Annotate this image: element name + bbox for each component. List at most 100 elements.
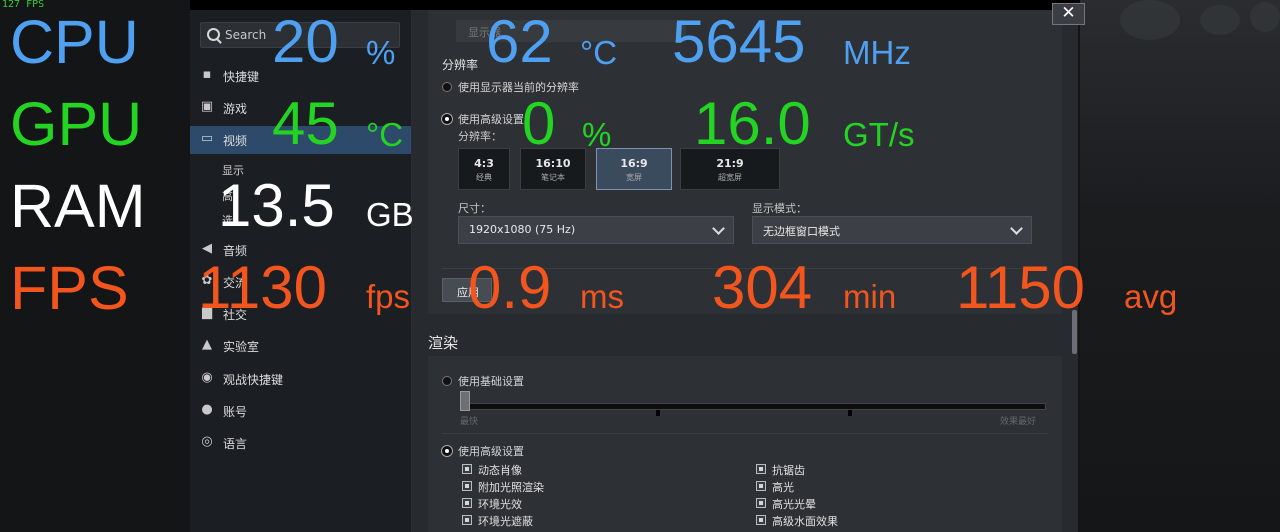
chevron-down-icon xyxy=(712,222,725,235)
overlay-fps-unit: fps xyxy=(366,278,411,315)
overlay-fps-min: 304 xyxy=(712,254,813,321)
sidebar-item-label: 实验室 xyxy=(223,340,260,354)
overlay-fps-avg-unit: avg xyxy=(1124,278,1178,315)
antialiasing-checkbox[interactable] xyxy=(756,464,766,474)
monitor-icon: ▭ xyxy=(200,131,214,146)
checkbox-label: 环境光遮蔽 xyxy=(478,515,533,528)
checkbox-label: 环境光效 xyxy=(478,498,522,511)
sidebar-item-label: 观战快捷键 xyxy=(223,373,284,387)
overlay-gpu-temp-unit: °C xyxy=(366,116,404,153)
use-advanced-render-label: 使用高级设置 xyxy=(458,445,524,458)
ratio-4-3-button[interactable]: 4:3 经典 xyxy=(458,148,510,190)
overlay-ram-value: 13.5 xyxy=(218,172,335,239)
resolution-section-title: 分辨率 xyxy=(442,58,479,72)
overlay-cpu-usage-unit: % xyxy=(366,34,396,71)
ambient-occlusion-checkbox[interactable] xyxy=(462,515,472,525)
divider xyxy=(442,433,1048,434)
size-dropdown-value: 1920x1080 (75 Hz) xyxy=(469,223,576,236)
use-advanced-label: 使用高级设置 xyxy=(458,113,524,126)
sidebar-item-account[interactable]: ● 账号 xyxy=(190,397,411,425)
use-current-radio[interactable] xyxy=(442,82,452,92)
quality-slider-thumb[interactable] xyxy=(460,391,470,411)
quality-slider-track[interactable] xyxy=(464,403,1046,410)
ratio-desc: 笔记本 xyxy=(541,173,565,182)
overlay-fps-label: FPS xyxy=(10,254,129,322)
checkbox-label: 高光光晕 xyxy=(772,498,816,511)
flask-icon: ▲ xyxy=(202,337,212,352)
slider-min-label: 最快 xyxy=(460,417,479,427)
size-label: 尺寸： xyxy=(458,202,491,215)
ratio-desc: 宽屏 xyxy=(626,173,642,182)
sidebar-item-label: 游戏 xyxy=(223,102,248,116)
search-placeholder: Search xyxy=(225,28,267,42)
overlay-gpu-bus: 16.0 xyxy=(694,90,811,157)
close-button[interactable]: ✕ xyxy=(1052,3,1085,25)
use-advanced-render-radio[interactable] xyxy=(442,446,452,456)
extra-lighting-checkbox[interactable] xyxy=(462,481,472,491)
overlay-gpu-label: GPU xyxy=(10,90,143,158)
overlay-fps-min-unit: min xyxy=(843,278,897,315)
overlay-fps-value: 1130 xyxy=(198,254,328,321)
sidebar-item-label: 语言 xyxy=(223,437,248,451)
slider-tick xyxy=(656,410,660,416)
overlay-fps-avg: 1150 xyxy=(956,254,1086,321)
overlay-ram-label: RAM xyxy=(10,172,146,240)
checkbox-label: 高光 xyxy=(772,481,794,494)
checkbox-label: 高级水面效果 xyxy=(772,515,838,528)
render-section-title: 渲染 xyxy=(428,334,459,352)
overlay-frametime: 0.9 xyxy=(468,254,552,321)
overlay-cpu-temp-unit: °C xyxy=(580,34,618,71)
sidebar-item-label: 账号 xyxy=(223,405,248,419)
game-icon: ▣ xyxy=(200,99,214,114)
use-advanced-radio[interactable] xyxy=(442,114,452,124)
user-icon: ● xyxy=(201,402,213,417)
overlay-frametime-unit: ms xyxy=(580,278,624,315)
game-background xyxy=(1080,0,1280,532)
display-mode-dropdown[interactable]: 无边框窗口模式 xyxy=(752,216,1032,244)
sidebar-item-lab[interactable]: ▲ 实验室 xyxy=(190,332,411,360)
overlay-gpu-temp: 45 xyxy=(272,90,339,157)
bloom-checkbox[interactable] xyxy=(756,498,766,508)
overlay-ram-unit: GB xyxy=(366,196,414,233)
use-basic-label: 使用基础设置 xyxy=(458,375,524,388)
slider-tick xyxy=(848,410,852,416)
overlay-cpu-label: CPU xyxy=(10,8,139,76)
ratio-desc: 经典 xyxy=(476,173,492,182)
overlay-gpu-usage-unit: % xyxy=(582,116,612,153)
ratio-value: 16:9 xyxy=(620,157,648,170)
sidebar-item-label: 视频 xyxy=(223,134,248,148)
grid-icon: ▪ xyxy=(202,67,212,82)
dynamic-portrait-checkbox[interactable] xyxy=(462,464,472,474)
sidebar-item-label: 快捷键 xyxy=(223,70,260,84)
ratio-value: 16:10 xyxy=(535,157,571,170)
ratio-value: 4:3 xyxy=(474,157,494,170)
ambient-light-checkbox[interactable] xyxy=(462,498,472,508)
search-icon xyxy=(207,28,220,41)
overlay-cpu-usage: 20 xyxy=(272,8,339,75)
sidebar-item-spectate-hotkeys[interactable]: ◉ 观战快捷键 xyxy=(190,365,411,393)
ratio-16-9-button[interactable]: 16:9 宽屏 xyxy=(596,148,672,190)
chevron-down-icon xyxy=(1010,222,1023,235)
use-basic-radio[interactable] xyxy=(442,376,452,386)
camera-icon: ◉ xyxy=(201,370,213,385)
overlay-cpu-clock: 5645 xyxy=(672,8,806,75)
display-mode-value: 无边框窗口模式 xyxy=(763,225,840,238)
overlay-gpu-bus-unit: GT/s xyxy=(843,116,915,153)
checkbox-label: 附加光照渲染 xyxy=(478,481,544,494)
use-current-label: 使用显示器当前的分辨率 xyxy=(458,81,579,94)
ratio-desc: 超宽屏 xyxy=(718,173,742,182)
checkbox-label: 动态肖像 xyxy=(478,464,522,477)
size-dropdown[interactable]: 1920x1080 (75 Hz) xyxy=(458,216,734,244)
slider-max-label: 效果最好 xyxy=(1000,417,1037,427)
sidebar-item-language[interactable]: ◎ 语言 xyxy=(190,429,411,457)
globe-icon: ◎ xyxy=(201,434,213,449)
advanced-water-checkbox[interactable] xyxy=(756,515,766,525)
specular-checkbox[interactable] xyxy=(756,481,766,491)
display-mode-label: 显示模式： xyxy=(752,202,807,215)
overlay-cpu-temp: 62 xyxy=(486,8,553,75)
ratio-value: 21:9 xyxy=(716,157,744,170)
checkbox-label: 抗锯齿 xyxy=(772,464,805,477)
overlay-gpu-usage: 0 xyxy=(522,90,556,157)
overlay-cpu-clock-unit: MHz xyxy=(843,34,911,71)
ratio-label: 分辨率： xyxy=(458,130,502,143)
